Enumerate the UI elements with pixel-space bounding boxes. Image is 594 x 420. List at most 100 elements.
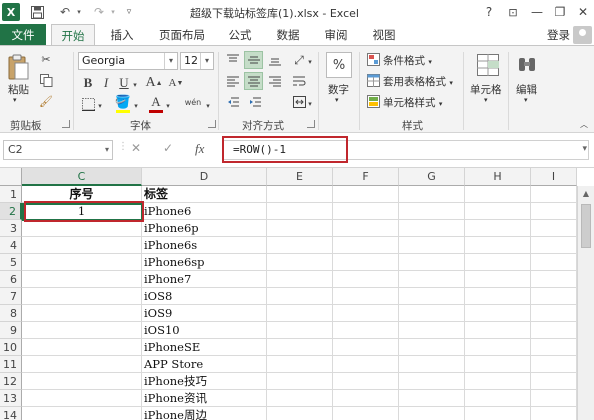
customize-toolbar-icon[interactable]: ▿ bbox=[122, 3, 136, 21]
empty-cell[interactable] bbox=[399, 390, 465, 407]
empty-cell[interactable] bbox=[267, 254, 333, 271]
row-header[interactable]: 7 bbox=[0, 288, 22, 305]
cell-d[interactable]: iOS9 bbox=[142, 305, 267, 322]
empty-cell[interactable] bbox=[465, 186, 531, 203]
empty-cell[interactable] bbox=[333, 390, 399, 407]
cell-c[interactable] bbox=[22, 339, 142, 356]
sign-in-link[interactable]: 登录 bbox=[547, 27, 570, 43]
row-header[interactable]: 13 bbox=[0, 390, 22, 407]
row-header[interactable]: 3 bbox=[0, 220, 22, 237]
cut-icon[interactable]: ✂ bbox=[38, 51, 54, 67]
empty-cell[interactable] bbox=[531, 356, 577, 373]
align-right-icon[interactable] bbox=[266, 73, 284, 89]
conditional-formatting-icon[interactable] bbox=[366, 52, 380, 66]
alignment-dialog-launcher-icon[interactable] bbox=[307, 120, 315, 128]
cell-d[interactable]: iPhone6 bbox=[142, 203, 267, 220]
empty-cell[interactable] bbox=[399, 186, 465, 203]
empty-cell[interactable] bbox=[399, 305, 465, 322]
empty-cell[interactable] bbox=[531, 390, 577, 407]
insert-function-button[interactable]: fx bbox=[195, 141, 204, 157]
number-dropdown-icon[interactable]: ▾ bbox=[335, 96, 339, 104]
tab-file[interactable]: 文件 bbox=[0, 24, 46, 46]
wrap-text-icon[interactable] bbox=[290, 73, 308, 89]
row-header[interactable]: 4 bbox=[0, 237, 22, 254]
save-icon[interactable] bbox=[28, 3, 46, 21]
redo-icon[interactable]: ↷ bbox=[90, 3, 108, 21]
empty-cell[interactable] bbox=[399, 322, 465, 339]
orientation-dropdown-icon[interactable]: ▾ bbox=[306, 56, 314, 68]
font-color-dropdown-icon[interactable]: ▾ bbox=[164, 100, 172, 112]
empty-cell[interactable] bbox=[267, 220, 333, 237]
cell-d[interactable]: APP Store bbox=[142, 356, 267, 373]
borders-dropdown-icon[interactable]: ▾ bbox=[96, 100, 104, 112]
cells-button-label[interactable]: 单元格 bbox=[470, 82, 502, 97]
number-button-label[interactable]: 数字 bbox=[328, 82, 349, 97]
tab-view[interactable]: 视图 bbox=[366, 24, 402, 46]
empty-cell[interactable] bbox=[531, 186, 577, 203]
empty-cell[interactable] bbox=[333, 407, 399, 420]
name-box[interactable]: C2 ▾ bbox=[3, 140, 113, 160]
empty-cell[interactable] bbox=[465, 203, 531, 220]
align-center-icon[interactable] bbox=[244, 72, 263, 90]
font-size-select[interactable]: 12 ▾ bbox=[180, 52, 214, 70]
cell-d[interactable]: iPhone技巧 bbox=[142, 373, 267, 390]
empty-cell[interactable] bbox=[399, 254, 465, 271]
cell-c[interactable] bbox=[22, 390, 142, 407]
empty-cell[interactable] bbox=[531, 288, 577, 305]
row-header[interactable]: 2 bbox=[0, 203, 22, 220]
column-header-i[interactable]: I bbox=[531, 168, 577, 186]
phonetic-guide-icon[interactable]: wén bbox=[182, 94, 204, 110]
cell-d[interactable]: iOS8 bbox=[142, 288, 267, 305]
tab-data[interactable]: 数据 bbox=[270, 24, 306, 46]
empty-cell[interactable] bbox=[399, 220, 465, 237]
column-header-h[interactable]: H bbox=[465, 168, 531, 186]
empty-cell[interactable] bbox=[267, 203, 333, 220]
paste-dropdown-icon[interactable]: ▾ bbox=[13, 96, 17, 104]
cell-c[interactable] bbox=[22, 356, 142, 373]
vertical-scrollbar[interactable]: ▲ bbox=[577, 186, 594, 420]
cell-d[interactable]: iOS10 bbox=[142, 322, 267, 339]
empty-cell[interactable] bbox=[399, 339, 465, 356]
row-header[interactable]: 6 bbox=[0, 271, 22, 288]
row-header[interactable]: 1 bbox=[0, 186, 22, 203]
collapse-ribbon-icon[interactable]: ︿ bbox=[578, 118, 590, 130]
empty-cell[interactable] bbox=[267, 237, 333, 254]
cell-c[interactable] bbox=[22, 407, 142, 420]
merge-dropdown-icon[interactable]: ▾ bbox=[306, 98, 314, 110]
scrollbar-thumb[interactable] bbox=[581, 204, 591, 248]
italic-button[interactable]: I bbox=[98, 75, 114, 91]
binoculars-icon[interactable] bbox=[516, 52, 538, 78]
empty-cell[interactable] bbox=[267, 322, 333, 339]
cell-c[interactable] bbox=[22, 322, 142, 339]
tab-home[interactable]: 开始 bbox=[51, 24, 95, 46]
paste-button-label[interactable]: 粘贴 bbox=[8, 82, 29, 97]
header-cell-tag[interactable]: 标签 bbox=[142, 186, 267, 203]
row-header[interactable]: 14 bbox=[0, 407, 22, 420]
user-avatar[interactable] bbox=[573, 26, 592, 44]
empty-cell[interactable] bbox=[531, 305, 577, 322]
empty-cell[interactable] bbox=[531, 203, 577, 220]
empty-cell[interactable] bbox=[333, 220, 399, 237]
empty-cell[interactable] bbox=[465, 407, 531, 420]
column-header-g[interactable]: G bbox=[399, 168, 465, 186]
empty-cell[interactable] bbox=[399, 203, 465, 220]
fill-color-dropdown-icon[interactable]: ▾ bbox=[132, 100, 140, 112]
empty-cell[interactable] bbox=[333, 339, 399, 356]
empty-cell[interactable] bbox=[531, 322, 577, 339]
increase-indent-icon[interactable] bbox=[246, 94, 264, 110]
tab-review[interactable]: 审阅 bbox=[318, 24, 354, 46]
empty-cell[interactable] bbox=[531, 407, 577, 420]
empty-cell[interactable] bbox=[531, 220, 577, 237]
row-header[interactable]: 12 bbox=[0, 373, 22, 390]
empty-cell[interactable] bbox=[465, 220, 531, 237]
underline-dropdown-icon[interactable]: ▾ bbox=[131, 79, 139, 91]
row-header[interactable]: 9 bbox=[0, 322, 22, 339]
decrease-indent-icon[interactable] bbox=[224, 94, 242, 110]
empty-cell[interactable] bbox=[333, 356, 399, 373]
empty-cell[interactable] bbox=[465, 339, 531, 356]
cells-dropdown-icon[interactable]: ▾ bbox=[484, 96, 488, 104]
empty-cell[interactable] bbox=[465, 373, 531, 390]
cell-d[interactable]: iPhone6sp bbox=[142, 254, 267, 271]
copy-icon[interactable] bbox=[38, 72, 54, 88]
format-as-table-icon[interactable] bbox=[366, 73, 380, 87]
